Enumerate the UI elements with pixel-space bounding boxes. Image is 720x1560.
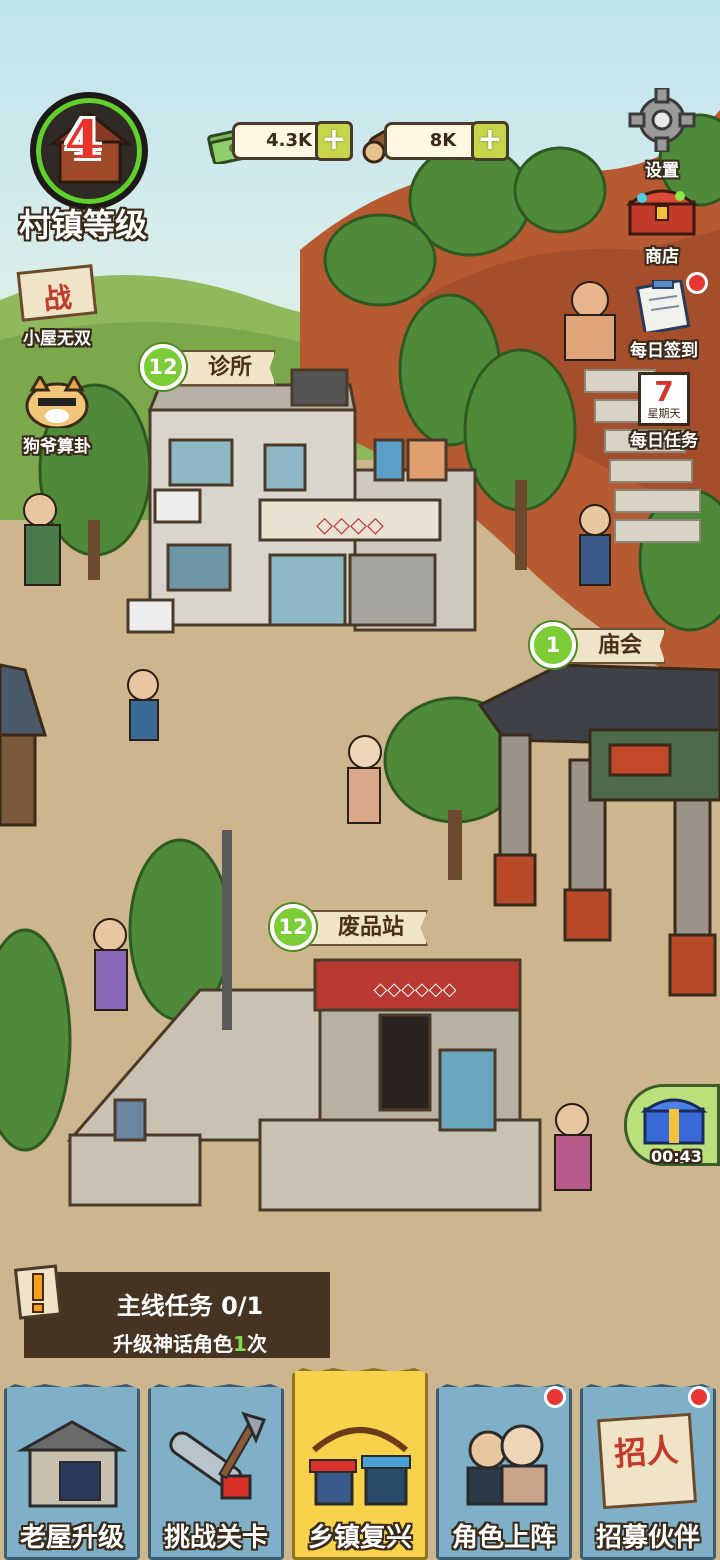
fortune-label: 狗爷算卦: [23, 437, 91, 457]
dog-face-icon: [25, 372, 89, 430]
wood-counter: 8K +: [384, 121, 509, 161]
scrapyard-name: 废品站: [300, 910, 429, 946]
nav-tab-town-revival[interactable]: 乡镇复兴: [290, 1368, 430, 1560]
gift-box-button[interactable]: 00:43: [624, 1084, 720, 1166]
nav-label-lineup: 角色上阵: [451, 1523, 556, 1553]
exclamation-icon: [14, 1264, 63, 1320]
main-quest-desc-prefix: 升级神话角色: [113, 1332, 234, 1356]
temple-fair-level: 1: [530, 622, 576, 668]
village-level-badge[interactable]: 4 村镇等级: [8, 92, 158, 244]
gift-timer: 00:43: [651, 1147, 702, 1166]
battle-sign-icon: 战: [16, 264, 98, 322]
cash-add-button[interactable]: +: [315, 121, 353, 161]
nav-label-challenge: 挑战关卡: [163, 1523, 268, 1553]
nav-label-recruit: 招募伙伴: [595, 1523, 700, 1553]
daily-task-label: 每日任务: [630, 431, 698, 451]
scrapyard-level: 12: [270, 904, 316, 950]
building-tag-temple-fair[interactable]: 1 庙会: [530, 622, 680, 668]
battle-sign-text: 战: [41, 280, 74, 317]
fortune-button[interactable]: 狗爷算卦: [10, 372, 104, 457]
chainsaw-shovel-icon: [169, 1411, 267, 1500]
treasure-chest-icon: [625, 189, 699, 236]
market-stall-icon: [309, 1427, 411, 1506]
cash-value: 4.3K: [266, 130, 312, 151]
nav-tab-challenge[interactable]: 挑战关卡: [146, 1380, 286, 1560]
nav-label-town-revival: 乡镇复兴: [307, 1523, 412, 1553]
daily-signin-label: 每日签到: [630, 341, 698, 361]
wood-value: 8K: [429, 130, 457, 151]
village-level-number: 4: [64, 110, 102, 171]
calendar-icon: 7 星期天: [638, 372, 690, 426]
nav-recruit-badge: [688, 1386, 710, 1408]
main-quest-desc: 升级神话角色1次: [24, 1328, 330, 1357]
battle-mode-label: 小屋无双: [23, 329, 91, 349]
shop-label: 商店: [645, 247, 679, 267]
settings-button[interactable]: 设置: [624, 86, 700, 181]
battle-mode-button[interactable]: 战 小屋无双: [10, 264, 104, 349]
main-quest-title: 主线任务 0/1: [116, 1292, 264, 1320]
nav-label-house-upgrade: 老屋升级: [19, 1523, 124, 1553]
clinic-level: 12: [140, 344, 186, 390]
recruit-poster-text: 招人: [613, 1430, 680, 1474]
svg-text:◇◇◇◇: ◇◇◇◇: [316, 513, 384, 538]
calendar-weekday: 星期天: [647, 407, 681, 420]
svg-text:◇◇◇◇◇◇: ◇◇◇◇◇◇: [373, 979, 456, 1000]
daily-task-button[interactable]: 7 星期天 每日任务: [616, 372, 712, 451]
building-tag-scrapyard[interactable]: 12 废品站: [270, 904, 429, 950]
nav-lineup-badge: [544, 1386, 566, 1408]
building-tag-clinic[interactable]: 12 诊所: [140, 344, 300, 390]
characters-icon: [466, 1424, 548, 1506]
wood-add-button[interactable]: +: [471, 121, 509, 161]
shop-button[interactable]: 商店: [616, 182, 708, 267]
settings-label: 设置: [645, 161, 679, 181]
bottom-nav: 老屋升级 挑战关卡 乡镇复兴 角色上阵 招人 招募伙伴: [0, 1368, 720, 1560]
calendar-day: 7: [654, 375, 674, 408]
recruit-poster-icon: 招人: [596, 1412, 698, 1510]
nav-tab-house-upgrade[interactable]: 老屋升级: [2, 1380, 142, 1560]
village-level-label: 村镇等级: [18, 206, 147, 244]
main-quest-desc-suffix: 次: [246, 1332, 267, 1356]
main-quest-background: 主线任务 0/1 升级神话角色1次: [24, 1272, 330, 1358]
gear-icon: [628, 86, 696, 154]
cash-counter: 4.3K +: [232, 121, 353, 161]
main-quest-desc-count: 1: [233, 1332, 247, 1356]
daily-signin-badge: [686, 272, 708, 294]
gift-chest-icon: [640, 1098, 708, 1145]
main-quest-panel[interactable]: 主线任务 0/1 升级神话角色1次: [14, 1262, 332, 1358]
house-icon: [16, 1420, 128, 1508]
